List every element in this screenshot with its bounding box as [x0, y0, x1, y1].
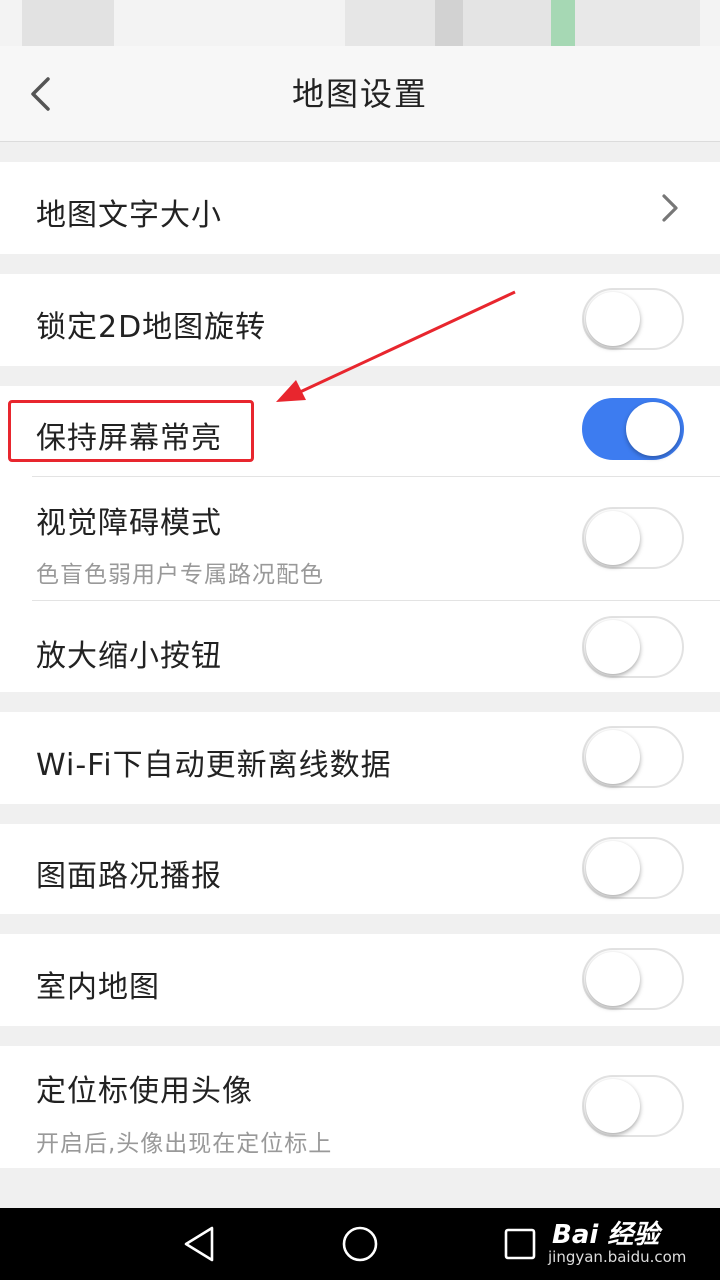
recents-square-icon[interactable]: [498, 1222, 542, 1266]
watermark-url: jingyan.baidu.com: [548, 1248, 687, 1266]
home-circle-icon[interactable]: [338, 1222, 382, 1266]
watermark-brand: Bai 经验: [552, 1220, 660, 1250]
annotation-arrow: [276, 290, 516, 402]
baidu-jingyan-watermark: Bai 经验 jingyan.baidu.com: [548, 1212, 708, 1272]
back-triangle-icon[interactable]: [178, 1222, 222, 1266]
